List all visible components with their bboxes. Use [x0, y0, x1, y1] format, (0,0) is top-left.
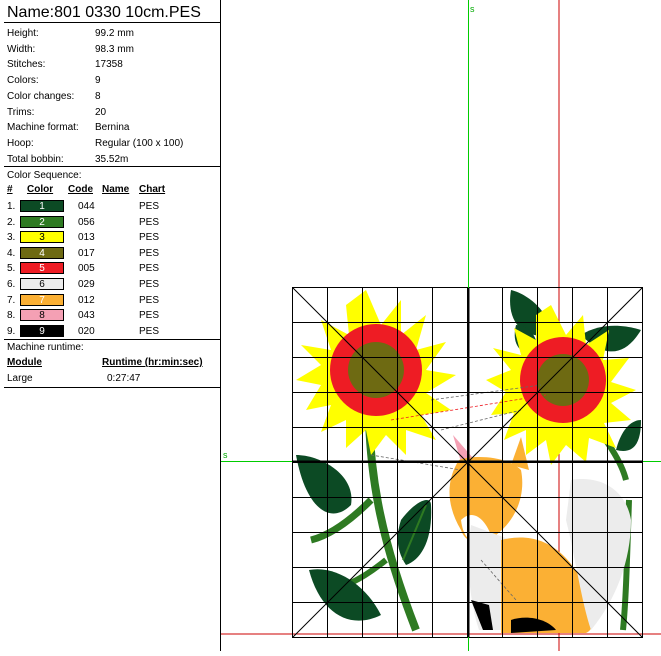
- info-label: Color changes:: [7, 90, 75, 102]
- color-sequence-row[interactable]: 8. 8 043 PES: [0, 308, 220, 323]
- color-index: 6.: [7, 279, 16, 290]
- info-value: 8: [95, 90, 101, 102]
- color-index: 5.: [7, 263, 16, 275]
- col-header-name: Name: [102, 184, 130, 195]
- design-info-panel: Name:801 0330 10cm.PES Height: 99.2 mm Wid…: [0, 0, 221, 651]
- color-index: 9.: [7, 325, 16, 337]
- design-name: Name:801 0330 10cm.PES: [4, 3, 221, 23]
- color-swatch: 3: [20, 231, 64, 244]
- design-preview-canvas[interactable]: s s: [221, 0, 661, 651]
- color-swatch: 4: [20, 246, 64, 259]
- color-code: 005: [78, 263, 95, 275]
- info-value: Regular (100 x 100): [95, 137, 184, 149]
- color-index: 8.: [7, 310, 16, 322]
- divider: [4, 166, 221, 167]
- color-sequence-row[interactable]: 5. 5 005 PES: [0, 261, 220, 276]
- color-chart: PES: [139, 310, 160, 322]
- info-value: 99.2 mm: [95, 28, 134, 39]
- color-index: 2.: [7, 216, 16, 228]
- color-index: 4.: [7, 247, 16, 259]
- info-value: Bernina: [95, 122, 130, 134]
- runtime-time: 0:27:47: [107, 373, 141, 384]
- color-sequence-row[interactable]: 9. 9 020 PES: [0, 324, 220, 339]
- runtime-header-runtime: Runtime (hr:min:sec): [102, 357, 203, 368]
- color-code: 029: [78, 279, 95, 290]
- col-header-chart: Chart: [139, 184, 166, 195]
- color-chart: PES: [139, 325, 160, 337]
- info-value: 35.52m: [95, 153, 129, 165]
- color-chart: PES: [139, 216, 160, 228]
- info-value: 20: [95, 106, 107, 118]
- color-swatch: 2: [20, 215, 64, 228]
- runtime-header-module: Module: [7, 357, 42, 368]
- color-swatch: 8: [20, 309, 64, 322]
- color-sequence-row[interactable]: 2. 2 056 PES: [0, 215, 220, 230]
- color-swatch: 7: [20, 293, 64, 306]
- guide-label-top: s: [470, 4, 475, 14]
- color-swatch: 9: [20, 324, 64, 337]
- col-header-num: #: [7, 184, 13, 195]
- color-sequence-row[interactable]: 4. 4 017 PES: [0, 246, 220, 261]
- color-index: 3.: [7, 232, 16, 244]
- color-index: 7.: [7, 294, 16, 306]
- color-chart: PES: [139, 279, 160, 290]
- info-label: Height:: [7, 28, 39, 39]
- info-label: Colors:: [7, 75, 39, 87]
- col-header-code: Code: [68, 184, 93, 195]
- color-sequence-row[interactable]: 1. 1 044 PES: [0, 199, 220, 214]
- color-chart: PES: [139, 201, 160, 212]
- color-chart: PES: [139, 263, 160, 275]
- guide-label-left: s: [223, 450, 228, 460]
- divider: [4, 339, 221, 340]
- col-header-color: Color: [27, 184, 54, 195]
- info-label: Trims:: [7, 106, 35, 118]
- color-index: 1.: [7, 201, 16, 212]
- info-label: Total bobbin:: [7, 153, 64, 165]
- color-code: 056: [78, 216, 95, 228]
- color-swatch: 6: [20, 278, 64, 290]
- color-code: 043: [78, 310, 95, 322]
- color-sequence-row[interactable]: 6. 6 029 PES: [0, 277, 220, 292]
- color-chart: PES: [139, 247, 160, 259]
- color-sequence-title: Color Sequence:: [7, 170, 82, 181]
- color-code: 017: [78, 247, 95, 259]
- info-label: Stitches:: [7, 59, 46, 71]
- info-value: 9: [95, 75, 101, 87]
- color-sequence-row[interactable]: 3. 3 013 PES: [0, 230, 220, 245]
- runtime-module: Large: [7, 373, 33, 384]
- embroidery-preview: s s: [221, 0, 661, 651]
- divider: [4, 387, 221, 388]
- color-sequence-row[interactable]: 7. 7 012 PES: [0, 293, 220, 308]
- info-label: Machine format:: [7, 122, 79, 134]
- info-label: Hoop:: [7, 137, 34, 149]
- color-swatch: 5: [20, 262, 64, 275]
- info-value: 17358: [95, 59, 123, 71]
- color-chart: PES: [139, 294, 160, 306]
- color-code: 012: [78, 294, 95, 306]
- color-code: 013: [78, 232, 95, 244]
- color-swatch: 1: [20, 200, 64, 212]
- color-code: 020: [78, 325, 95, 337]
- runtime-title: Machine runtime:: [7, 342, 84, 353]
- info-label: Width:: [7, 43, 36, 55]
- color-chart: PES: [139, 232, 160, 244]
- info-value: 98.3 mm: [95, 43, 134, 55]
- color-code: 044: [78, 201, 95, 212]
